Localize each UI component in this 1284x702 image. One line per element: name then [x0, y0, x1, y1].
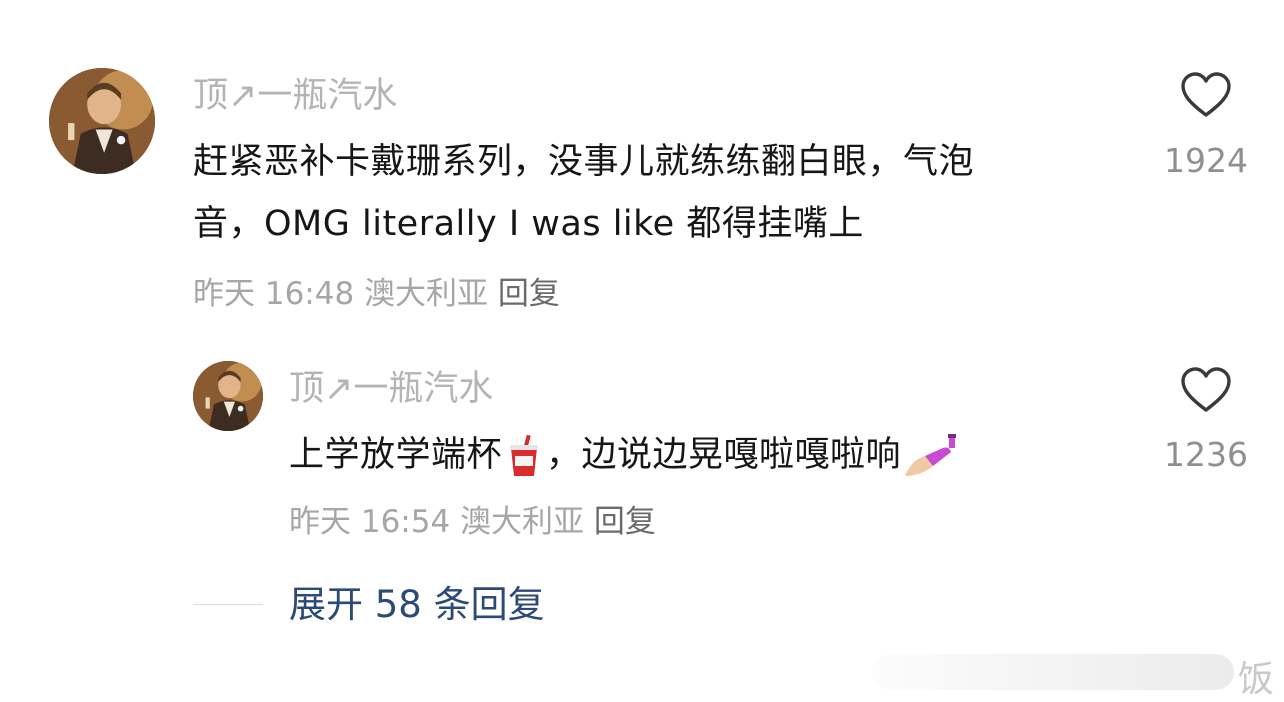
watermark: 饭 — [1238, 659, 1275, 700]
nail-polish-emoji — [903, 434, 957, 478]
avatar-image — [49, 68, 155, 174]
avatar[interactable] — [49, 68, 155, 174]
cup-with-straw-emoji — [504, 434, 544, 478]
comment-time: 昨天 16:54 — [289, 504, 451, 540]
comment-username[interactable]: 顶↗一瓶汽水 — [193, 79, 397, 114]
avatar[interactable] — [193, 361, 263, 431]
comment-meta: 昨天 16:54 澳大利亚 回复 — [289, 507, 656, 538]
comment-text-line: 音，OMG literally I was like 都得挂嘴上 — [193, 204, 864, 244]
expand-replies-button[interactable]: 展开 58 条回复 — [289, 586, 545, 623]
comment-text-part: ，边说边晃嘎啦嘎啦响 — [546, 435, 902, 475]
expand-divider — [193, 604, 263, 605]
heart-outline-icon[interactable] — [1180, 71, 1232, 119]
comment-username[interactable]: 顶↗一瓶汽水 — [289, 372, 493, 407]
comment-text-part: 上学放学端杯 — [289, 435, 503, 475]
watermark-bar — [872, 654, 1234, 690]
reply-button[interactable]: 回复 — [594, 504, 656, 540]
like-count: 1924 — [1164, 141, 1248, 180]
comment-text: 赶紧恶补卡戴珊系列，没事儿就练练翻白眼，气泡 音，OMG literally I… — [193, 131, 1133, 255]
comment-meta: 昨天 16:48 澳大利亚 回复 — [193, 279, 560, 310]
comment-location: 澳大利亚 — [364, 276, 489, 312]
reply-button[interactable]: 回复 — [498, 276, 560, 312]
avatar-image — [193, 361, 263, 431]
comment-location: 澳大利亚 — [460, 504, 585, 540]
comment-text: 上学放学端杯 ，边说边晃嘎啦嘎啦响 — [289, 424, 1109, 486]
like-count: 1236 — [1164, 435, 1248, 474]
comment-text-line: 赶紧恶补卡戴珊系列，没事儿就练练翻白眼，气泡 — [193, 142, 975, 182]
comment-time: 昨天 16:48 — [193, 276, 355, 312]
heart-outline-icon[interactable] — [1180, 366, 1232, 414]
